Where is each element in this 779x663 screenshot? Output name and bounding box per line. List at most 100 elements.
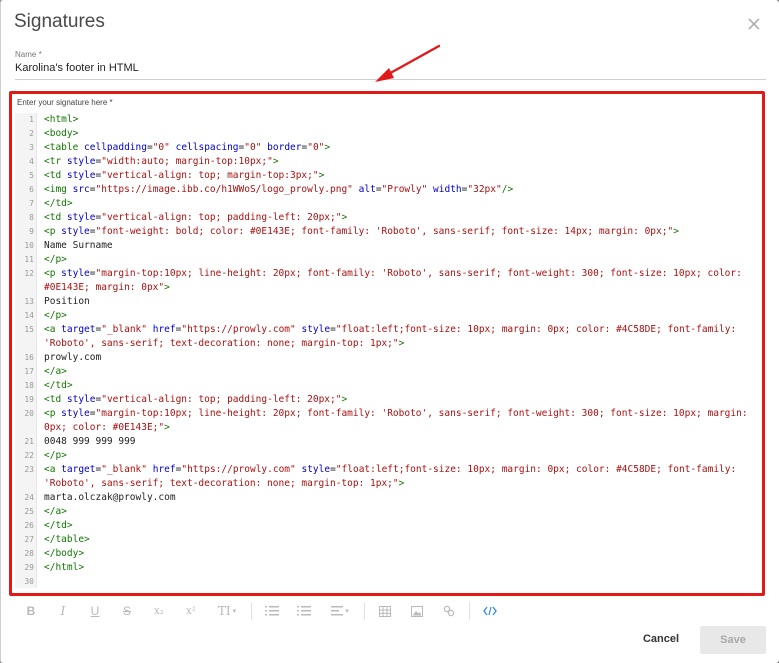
code-token: </p> [44,450,67,461]
underline-icon[interactable]: U [79,600,111,622]
line-number: 22 [24,451,34,460]
code-line-text [37,575,759,588]
code-line: 22 </p> [15,449,759,463]
code-line-text: 0048 999 999 999 [37,435,759,449]
line-number: 3 [29,143,34,152]
strikethrough-icon[interactable]: S [111,600,143,622]
code-line-text: <table cellpadding="0" cellspacing="0" b… [37,141,759,155]
code-token: </td> [44,520,73,531]
line-number: 15 [24,325,34,334]
superscript-glyph: x² [186,605,196,617]
code-token: <p [44,226,62,237]
code-token: Name Surname [44,240,113,251]
signature-field-label: Enter your signature here * [17,98,113,107]
close-icon[interactable] [744,14,764,34]
text-size-glyph: TI [217,604,231,618]
save-button[interactable]: Save [700,626,766,654]
code-token: "_blank" [101,324,147,335]
code-token: "font-weight: bold; color: #0E143E; font… [95,226,674,237]
code-token: "vertical-align: top; margin-top:3px;" [101,170,319,181]
code-token: prowly.com [44,352,102,363]
unordered-list-icon[interactable] [288,600,320,622]
line-number: 5 [29,171,34,180]
code-token: <td [44,394,67,405]
code-line: 26 </td> [15,519,759,533]
superscript-icon[interactable]: x² [175,600,207,622]
align-icon[interactable]: ▾ [320,600,360,622]
code-line-text: </td> [37,519,759,533]
code-token: "Prowly" [381,184,428,195]
code-token: </html> [44,562,85,573]
code-token: target [61,464,96,475]
subscript-icon[interactable]: x₂ [143,600,175,622]
code-token: <p [44,268,62,279]
code-token: width [433,184,462,195]
text-size-icon[interactable]: TI ▾ [207,600,247,622]
code-token: </table> [44,534,90,545]
signatures-dialog: Signatures Name * Karolina's footer in H… [0,0,779,663]
code-token: > [318,170,325,181]
code-token: > [164,282,170,293]
italic-icon[interactable]: I [47,600,79,622]
line-number: 23 [24,465,34,474]
code-line-text: </td> [37,197,759,211]
image-icon[interactable] [401,600,433,622]
code-line: 13 Position [15,295,759,309]
code-token: cellpadding [84,142,147,153]
line-number: 13 [24,297,34,306]
code-line-text: </a> [37,365,759,379]
table-icon[interactable] [369,600,401,622]
line-number: 14 [24,311,34,320]
code-token: marta.olczak@prowly.com [44,492,176,503]
name-field[interactable]: Karolina's footer in HTML [15,62,139,74]
code-line-text: <p style="margin-top:10px; line-height: … [37,407,759,435]
line-number: 6 [29,185,34,194]
line-number: 17 [24,367,34,376]
code-line: 18 </td> [15,379,759,393]
code-line: 12 <p style="margin-top:10px; line-height… [15,267,759,295]
code-token: Position [44,296,90,307]
code-line: 21 0048 999 999 999 [15,435,759,449]
code-line: 16 prowly.com [15,351,759,365]
code-token: <html> [44,114,79,125]
bold-glyph: B [26,604,36,618]
code-token: > [272,156,279,167]
code-token: > [324,142,331,153]
code-token: <p [44,408,62,419]
code-line: 25 </a> [15,505,759,519]
code-token: 0048 999 999 999 [44,436,136,447]
html-code-editor[interactable]: 1 <html> 2 <body> 3 <table cellpadding="0" ce… [15,113,759,588]
line-number: 19 [24,395,34,404]
code-line-text: prowly.com [37,351,759,365]
code-token: style [301,464,331,475]
code-line-text: </p> [37,253,759,267]
code-token: style [61,226,90,237]
code-token: > [341,212,348,223]
code-token: </td> [44,380,73,391]
line-number: 28 [24,549,34,558]
code-line-text: <td style="vertical-align: top; padding-… [37,211,759,225]
code-token: "https://prowly.com" [181,464,296,475]
link-icon[interactable] [433,600,465,622]
code-line: 27 </table> [15,533,759,547]
strike-glyph: S [122,604,131,618]
code-token: "width:auto; margin-top:10px;" [101,156,273,167]
code-line-text: <a target="_blank" href="https://prowly.… [37,323,759,351]
code-token: cellspacing [175,142,239,153]
code-line: 19 <td style="vertical-align: top; paddin… [15,393,759,407]
dialog-title: Signatures [14,11,105,32]
underline-glyph: U [90,604,100,618]
code-line-text: <html> [37,113,759,127]
code-line-text: marta.olczak@prowly.com [37,491,759,505]
cancel-button[interactable]: Cancel [637,627,685,651]
code-line-text: </td> [37,379,759,393]
line-number: 12 [24,269,34,278]
code-token: style [66,212,96,223]
bold-icon[interactable]: B [15,600,47,622]
line-number: 25 [24,507,34,516]
ordered-list-icon[interactable] [256,600,288,622]
code-token: </a> [44,506,67,517]
code-view-icon[interactable] [474,600,506,622]
code-token: "vertical-align: top; padding-left: 20px… [101,212,342,223]
code-token: alt [358,184,376,195]
